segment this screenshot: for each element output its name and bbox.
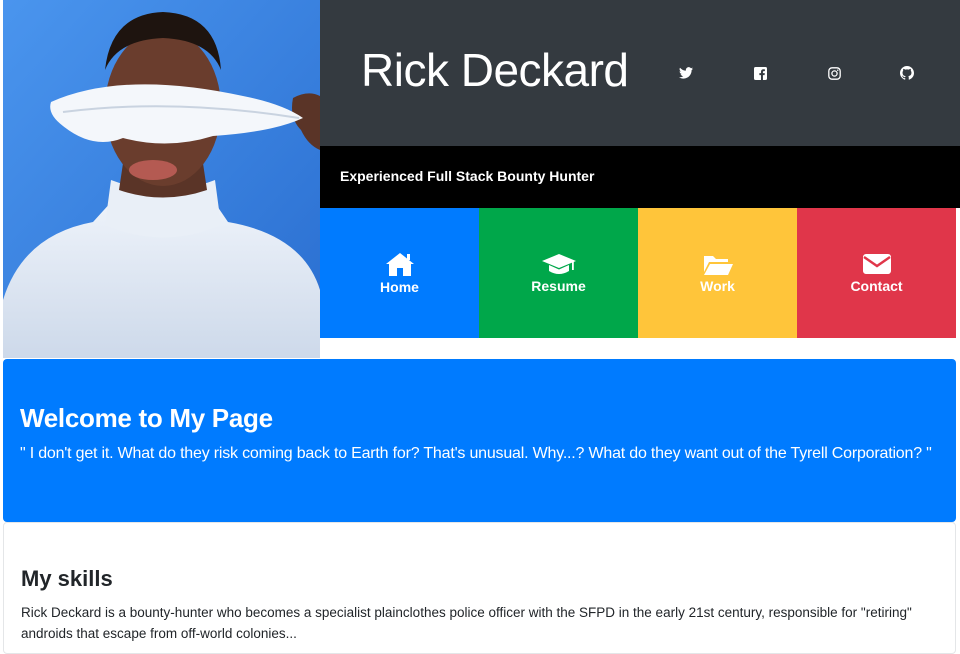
twitter-link[interactable] <box>675 62 697 84</box>
nav-home[interactable]: Home <box>320 208 479 338</box>
graduation-cap-icon <box>541 254 576 274</box>
skills-title: My skills <box>21 566 113 591</box>
instagram-link[interactable] <box>823 62 845 84</box>
site-header: Rick Deckard <box>320 0 960 146</box>
site-title: Rick Deckard <box>361 44 629 96</box>
nav-resume-label: Resume <box>531 278 586 294</box>
tagline: Experienced Full Stack Bounty Hunter <box>340 168 595 184</box>
facebook-icon <box>753 66 767 80</box>
facebook-link[interactable] <box>749 62 771 84</box>
welcome-quote: " I don't get it. What do they risk comi… <box>20 445 932 462</box>
profile-photo <box>3 0 320 358</box>
nav-resume[interactable]: Resume <box>479 208 638 338</box>
skills-section: My skills Rick Deckard is a bounty-hunte… <box>3 522 956 654</box>
welcome-jumbotron: Welcome to My Page " I don't get it. Wha… <box>3 359 956 522</box>
nav-work[interactable]: Work <box>638 208 797 338</box>
home-icon <box>385 253 414 276</box>
envelope-icon <box>862 254 891 274</box>
welcome-title: Welcome to My Page <box>20 403 273 433</box>
instagram-icon <box>827 66 841 80</box>
nav-home-label: Home <box>380 279 419 295</box>
folder-open-icon <box>703 256 733 275</box>
nav-work-label: Work <box>700 278 735 294</box>
github-link[interactable] <box>896 62 918 84</box>
twitter-icon <box>679 67 693 79</box>
tagline-bar: Experienced Full Stack Bounty Hunter <box>320 146 960 208</box>
nav-contact[interactable]: Contact <box>797 208 956 338</box>
github-icon <box>900 66 914 80</box>
skills-text: Rick Deckard is a bounty-hunter who beco… <box>21 605 912 641</box>
nav-contact-label: Contact <box>850 278 903 294</box>
